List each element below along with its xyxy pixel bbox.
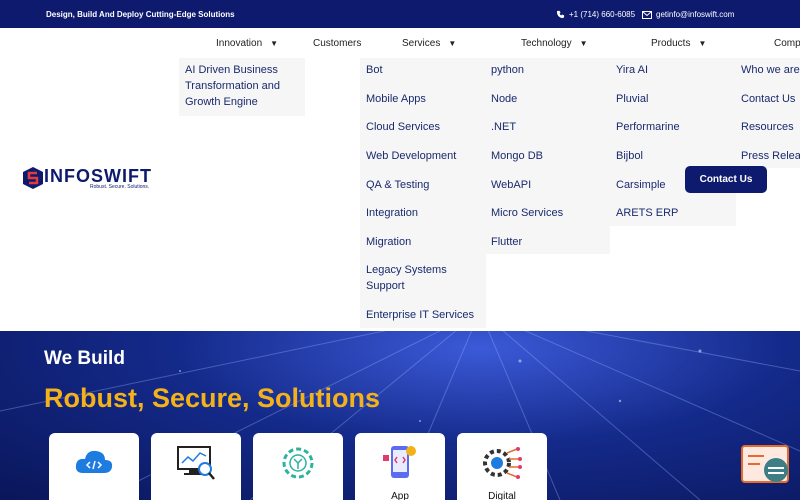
service-card-label: App <box>391 491 409 500</box>
menu-item-integration[interactable]: Integration <box>366 207 418 219</box>
nav-products[interactable]: Products ▼ <box>651 38 706 49</box>
nav-technology[interactable]: Technology ▼ <box>521 38 588 49</box>
menu-item-micro-services[interactable]: Micro Services <box>491 207 563 219</box>
chevron-down-icon: ▼ <box>698 39 707 48</box>
logo-tagline: Robust. Secure. Solutions. <box>90 184 150 190</box>
service-card-cloud[interactable] <box>49 433 139 500</box>
main-nav: Innovation ▼ Customers Services ▼ Technolo… <box>0 28 800 60</box>
products-dropdown: Yira AI Pluvial Performarine Bijbol Cars… <box>610 58 736 226</box>
menu-item-who-we-are[interactable]: Who we are <box>741 64 800 76</box>
menu-item-arets-erp[interactable]: ARETS ERP <box>616 207 678 219</box>
top-bar: Design, Build And Deploy Cutting-Edge So… <box>0 0 800 28</box>
monitor-search-icon <box>177 446 215 480</box>
nav-innovation-label: Innovation <box>216 38 263 49</box>
mail-icon <box>642 11 652 19</box>
phone-icon <box>556 10 565 19</box>
menu-item-carsimple[interactable]: Carsimple <box>616 179 666 191</box>
ai-gear-brain-icon <box>282 447 314 479</box>
menu-item-python[interactable]: python <box>491 64 524 76</box>
menu-item-ai-line2[interactable]: Transformation and <box>185 80 280 92</box>
menu-item-legacy-line2[interactable]: Support <box>366 280 405 292</box>
menu-item-mobile-apps[interactable]: Mobile Apps <box>366 93 426 105</box>
menu-item-yira-ai[interactable]: Yira AI <box>616 64 648 76</box>
nav-innovation[interactable]: Innovation ▼ <box>216 38 278 49</box>
menu-item-webapi[interactable]: WebAPI <box>491 179 531 191</box>
menu-item-flutter[interactable]: Flutter <box>491 236 522 248</box>
logo-mark-icon <box>23 167 43 189</box>
nav-products-label: Products <box>651 38 691 49</box>
menu-item-mongodb[interactable]: Mongo DB <box>491 150 543 162</box>
menu-item-bot[interactable]: Bot <box>366 64 383 76</box>
menu-item-ai-line3[interactable]: Growth Engine <box>185 96 258 108</box>
service-card-analytics[interactable] <box>151 433 241 500</box>
menu-item-enterprise-it[interactable]: Enterprise IT Services <box>366 309 474 321</box>
menu-item-cloud-services[interactable]: Cloud Services <box>366 121 440 133</box>
nav-services-label: Services <box>402 38 441 49</box>
menu-item-migration[interactable]: Migration <box>366 236 411 248</box>
menu-item-ai-line1[interactable]: AI Driven Business <box>185 64 278 76</box>
innovation-dropdown: AI Driven Business Transformation and Gr… <box>179 58 305 116</box>
chevron-down-icon: ▼ <box>448 39 457 48</box>
menu-item-press-release[interactable]: Press Relea <box>741 150 800 162</box>
technology-dropdown: python Node .NET Mongo DB WebAPI Micro S… <box>486 58 610 254</box>
site-logo[interactable]: INFOSWIFT Robust. Secure. Solutions. <box>22 166 162 192</box>
menu-item-bijbol[interactable]: Bijbol <box>616 150 643 162</box>
menu-item-dotnet[interactable]: .NET <box>491 121 516 133</box>
chat-widget-icon[interactable] <box>740 442 792 488</box>
menu-item-contact-us[interactable]: Contact Us <box>741 93 795 105</box>
hero-section: We Build Robust, Secure, Solutions App D… <box>0 331 800 500</box>
menu-item-legacy-line1[interactable]: Legacy Systems <box>366 264 447 276</box>
services-dropdown: Bot Mobile Apps Cloud Services Web Devel… <box>360 58 486 328</box>
cloud-code-icon <box>75 450 113 473</box>
menu-item-node[interactable]: Node <box>491 93 517 105</box>
nav-company[interactable]: Comp <box>774 38 800 49</box>
hero-line1: We Build <box>44 348 125 369</box>
digital-gear-icon <box>483 447 522 479</box>
contact-us-button[interactable]: Contact Us <box>685 166 767 193</box>
email-text: getinfo@infoswift.com <box>656 10 735 19</box>
service-card-label: Digital <box>488 491 516 500</box>
menu-item-pluvial[interactable]: Pluvial <box>616 93 648 105</box>
service-card-ai[interactable] <box>253 433 343 500</box>
tagline: Design, Build And Deploy Cutting-Edge So… <box>46 10 235 19</box>
chevron-down-icon: ▼ <box>270 39 279 48</box>
email-link[interactable]: getinfo@infoswift.com <box>642 10 734 19</box>
service-card-app[interactable]: App <box>355 433 445 500</box>
menu-item-web-development[interactable]: Web Development <box>366 150 456 162</box>
menu-item-qa-testing[interactable]: QA & Testing <box>366 179 429 191</box>
menu-item-performarine[interactable]: Performarine <box>616 121 680 133</box>
hero-line2: Robust, Secure, Solutions <box>44 383 381 413</box>
nav-customers[interactable]: Customers <box>313 38 361 49</box>
nav-technology-label: Technology <box>521 38 572 49</box>
chevron-down-icon: ▼ <box>579 39 588 48</box>
phone-text: +1 (714) 660-6085 <box>569 10 636 19</box>
mobile-app-icon <box>383 446 416 478</box>
service-card-digital[interactable]: Digital <box>457 433 547 500</box>
nav-services[interactable]: Services ▼ <box>402 38 456 49</box>
company-dropdown: Who we are Contact Us Resources Press Re… <box>736 58 800 168</box>
menu-item-resources[interactable]: Resources <box>741 121 794 133</box>
phone-link[interactable]: +1 (714) 660-6085 <box>556 10 635 19</box>
